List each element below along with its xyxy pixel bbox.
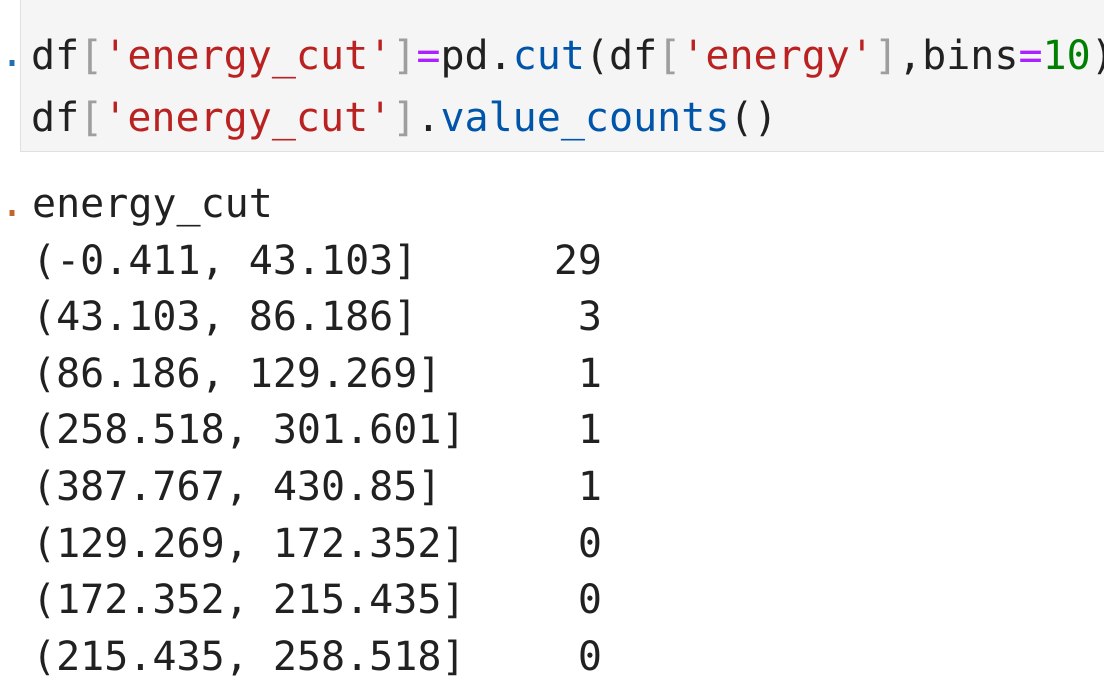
value-count-row: (215.435, 258.518] 0 — [32, 629, 632, 686]
code-token: pd. — [440, 33, 513, 79]
code-token: = — [1018, 33, 1043, 79]
bin-count-value: 0 — [577, 633, 602, 680]
code-token: () — [729, 95, 778, 141]
bin-interval-label: (86.186, 129.269] — [32, 350, 442, 397]
bin-count-value: 0 — [577, 520, 602, 567]
code-token: 'energy' — [681, 33, 874, 79]
code-token: 'energy_cut' — [103, 95, 393, 141]
value-count-row: (86.186, 129.269] 1 — [32, 346, 632, 403]
bin-count-value: 1 — [577, 407, 602, 454]
bin-count-value: 0 — [577, 577, 602, 624]
code-token: (df — [584, 33, 658, 79]
code-token: [ — [657, 33, 682, 79]
value-count-row: (172.352, 215.435] 0 — [32, 572, 632, 629]
code-token: . — [416, 95, 441, 141]
code-line-2: df['energy_cut'].value_counts() — [31, 90, 778, 146]
code-token: 10 — [1042, 33, 1091, 79]
cell-output-area: energy_cut (-0.411, 43.103] 29 (43.103, 86… — [32, 176, 632, 685]
code-token: cut — [512, 33, 585, 79]
bin-interval-label: (-0.411, 43.103] — [32, 237, 418, 284]
bin-interval-label: (215.435, 258.518] — [32, 633, 466, 680]
code-token: [ — [79, 95, 104, 141]
code-token: df — [31, 95, 80, 141]
output-cell-marker: . — [0, 180, 25, 226]
value-counts-list: (-0.411, 43.103] 29 (43.103, 86.186] 3 (86.1… — [32, 233, 632, 686]
code-token: ,bins — [898, 33, 1019, 79]
bin-count-value: 1 — [577, 463, 602, 510]
code-token: df — [31, 33, 80, 79]
code-token: ] — [873, 33, 899, 79]
value-count-row: (129.269, 172.352] 0 — [32, 516, 632, 573]
code-token: ) — [1091, 33, 1104, 79]
value-count-row: (258.518, 301.601] 1 — [32, 402, 632, 459]
bin-interval-label: (387.767, 430.85] — [32, 463, 442, 510]
bin-interval-label: (43.103, 86.186] — [32, 294, 418, 341]
bin-count-value: 1 — [577, 350, 602, 397]
value-count-row: (43.103, 86.186] 3 — [32, 289, 632, 346]
series-name: energy_cut — [32, 181, 273, 227]
bin-count-value: 29 — [553, 237, 602, 284]
code-token: ] — [392, 33, 417, 79]
code-token: [ — [79, 33, 104, 79]
bin-interval-label: (258.518, 301.601] — [32, 407, 466, 454]
value-count-row: (-0.411, 43.103] 29 — [32, 233, 632, 290]
code-token: value_counts — [440, 95, 730, 141]
code-token: ] — [392, 95, 417, 141]
code-token: = — [416, 33, 441, 79]
code-input-cell[interactable]: df['energy_cut']=pd.cut(df['energy'],bin… — [20, 0, 1104, 152]
bin-count-value: 3 — [577, 294, 602, 341]
bin-interval-label: (172.352, 215.435] — [32, 577, 466, 624]
code-line-1: df['energy_cut']=pd.cut(df['energy'],bin… — [31, 28, 1104, 84]
code-token: 'energy_cut' — [103, 33, 393, 79]
bin-interval-label: (129.269, 172.352] — [32, 520, 466, 567]
value-count-row: (387.767, 430.85] 1 — [32, 459, 632, 516]
